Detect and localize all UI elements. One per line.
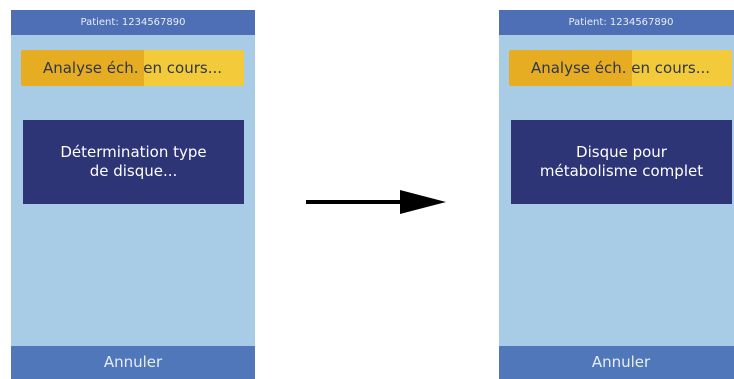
cancel-button[interactable]: Annuler [11, 346, 255, 379]
status-message-box: Détermination type de disque... [23, 120, 244, 204]
analysis-progress-bar: Analyse éch. en cours... [21, 50, 244, 86]
status-message: Disque pour métabolisme complet [539, 143, 704, 180]
cancel-button[interactable]: Annuler [499, 346, 734, 379]
status-message-box: Disque pour métabolisme complet [511, 120, 732, 204]
progress-label: Analyse éch. en cours... [42, 59, 223, 77]
progress-label: Analyse éch. en cours... [530, 59, 711, 77]
patient-id-label: Patient: 1234567890 [11, 10, 255, 35]
arrow-right-icon [306, 190, 446, 214]
patient-id-label: Patient: 1234567890 [499, 10, 734, 35]
screen-before: Patient: 1234567890 Analyse éch. en cour… [11, 10, 255, 379]
analysis-progress-bar: Analyse éch. en cours... [509, 50, 732, 86]
status-message: Détermination type de disque... [60, 143, 207, 180]
screen-after: Patient: 1234567890 Analyse éch. en cour… [499, 10, 734, 379]
arrow-head [400, 190, 446, 214]
